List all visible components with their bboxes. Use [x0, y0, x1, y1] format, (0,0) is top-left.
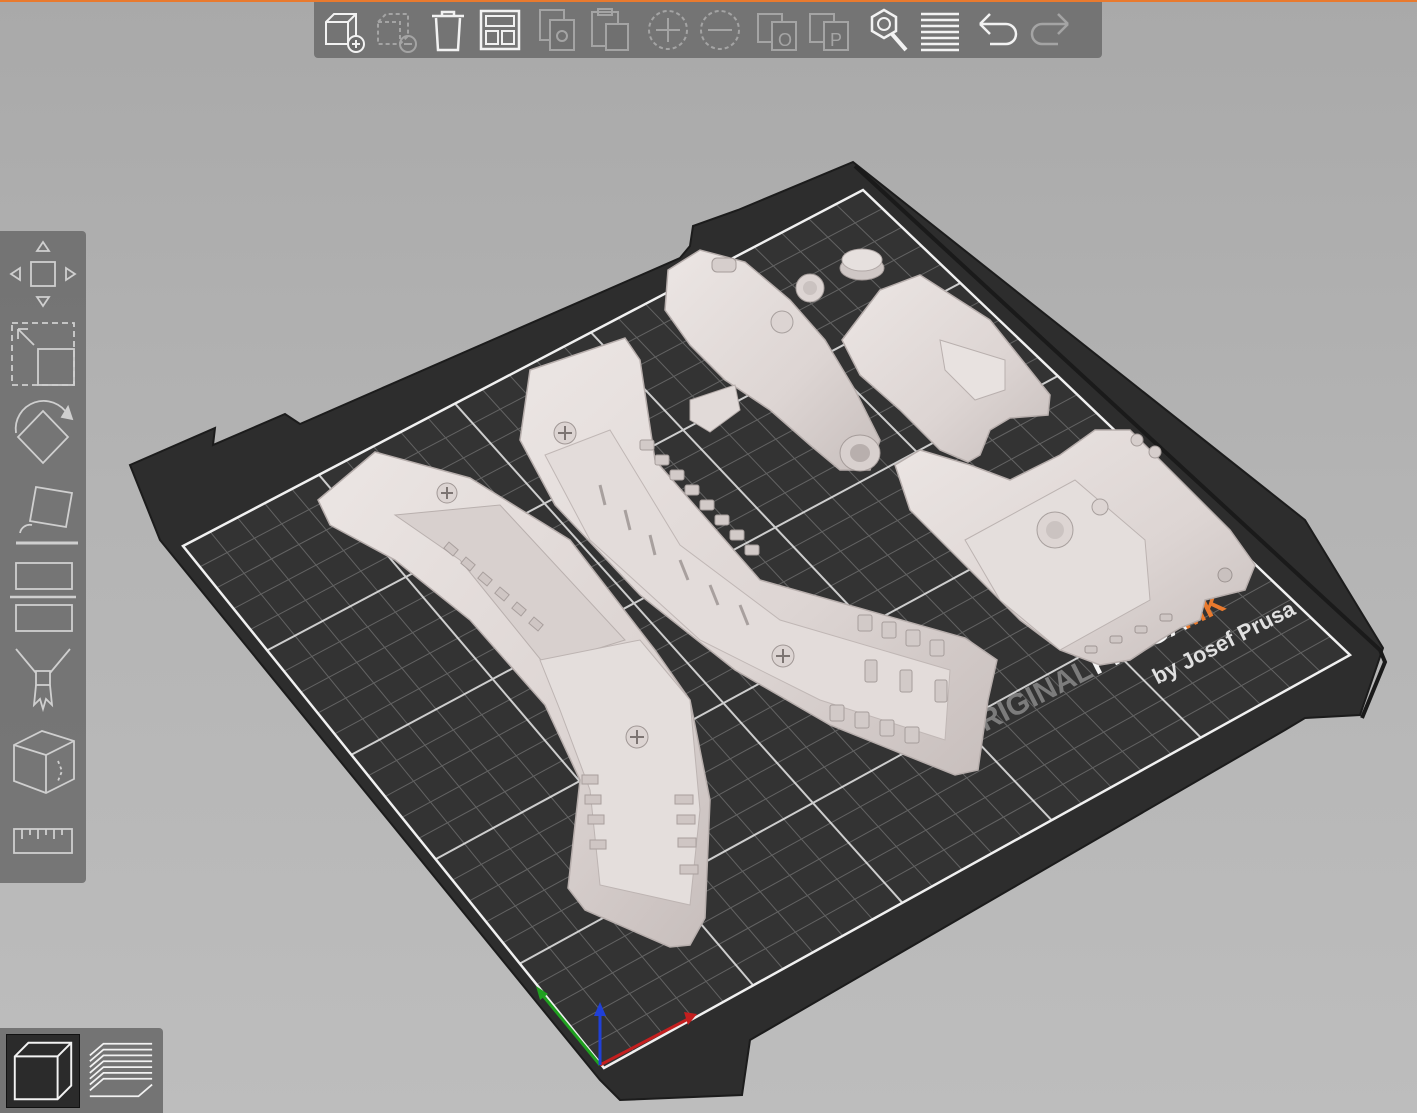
scale-icon — [11, 322, 75, 386]
cube-minus-icon — [377, 13, 417, 53]
cut-icon — [10, 562, 76, 632]
split-objects-button[interactable]: O — [752, 4, 804, 56]
remove-instance-button[interactable] — [694, 4, 746, 56]
redo-button[interactable] — [1024, 4, 1076, 56]
scale-tool-button[interactable] — [4, 317, 82, 391]
split-objects-icon: O — [757, 13, 797, 51]
cube-plus-icon — [325, 13, 365, 53]
rotate-tool-button[interactable] — [4, 397, 82, 471]
add-object-button[interactable] — [318, 4, 370, 56]
svg-text:P: P — [830, 30, 842, 50]
delete-object-button[interactable] — [370, 4, 422, 56]
measure-icon — [13, 828, 73, 854]
3d-viewport[interactable]: RIGINAL PRUSA MK by Josef Prusa — [0, 0, 1417, 1113]
copy-button[interactable] — [532, 4, 584, 56]
svg-text:O: O — [778, 30, 792, 50]
trash-icon — [432, 10, 464, 52]
view-switcher — [0, 1028, 163, 1113]
delete-all-button[interactable] — [422, 4, 474, 56]
search-icon — [870, 8, 908, 52]
minus-circle-icon — [700, 10, 740, 50]
place-on-face-icon — [16, 485, 78, 545]
preview-view-button[interactable] — [84, 1034, 158, 1108]
split-parts-icon: P — [809, 13, 849, 51]
top-toolbar: O P — [314, 2, 1102, 58]
paste-button[interactable] — [584, 4, 636, 56]
left-gizmo-toolbar — [0, 231, 86, 883]
add-instance-button[interactable] — [642, 4, 694, 56]
seam-painting-tool-button[interactable] — [4, 721, 82, 801]
cut-tool-button[interactable] — [4, 557, 82, 637]
3d-view-button[interactable] — [6, 1034, 80, 1108]
paint-supports-tool-button[interactable] — [4, 643, 82, 717]
model-part-knob[interactable] — [839, 248, 885, 281]
measure-tool-button[interactable] — [4, 817, 82, 867]
place-on-face-tool-button[interactable] — [4, 477, 82, 551]
layers-editing-button[interactable] — [914, 4, 966, 56]
undo-icon — [979, 13, 1018, 46]
seam-painting-icon — [13, 730, 75, 794]
layers-preview-icon — [89, 1042, 153, 1098]
arrange-button[interactable] — [474, 4, 526, 56]
redo-icon — [1030, 13, 1069, 46]
paint-supports-icon — [15, 648, 71, 713]
cube-view-icon — [13, 1041, 73, 1101]
paste-icon — [591, 8, 629, 51]
rotate-icon — [14, 400, 74, 465]
plus-circle-icon — [648, 10, 688, 50]
layers-icon — [921, 12, 959, 52]
arrange-icon — [479, 9, 521, 51]
split-parts-button[interactable]: P — [804, 4, 856, 56]
undo-button[interactable] — [972, 4, 1024, 56]
move-tool-button[interactable] — [4, 237, 82, 311]
move-icon — [9, 240, 77, 308]
search-button[interactable] — [862, 4, 914, 56]
copy-icon — [539, 9, 575, 51]
